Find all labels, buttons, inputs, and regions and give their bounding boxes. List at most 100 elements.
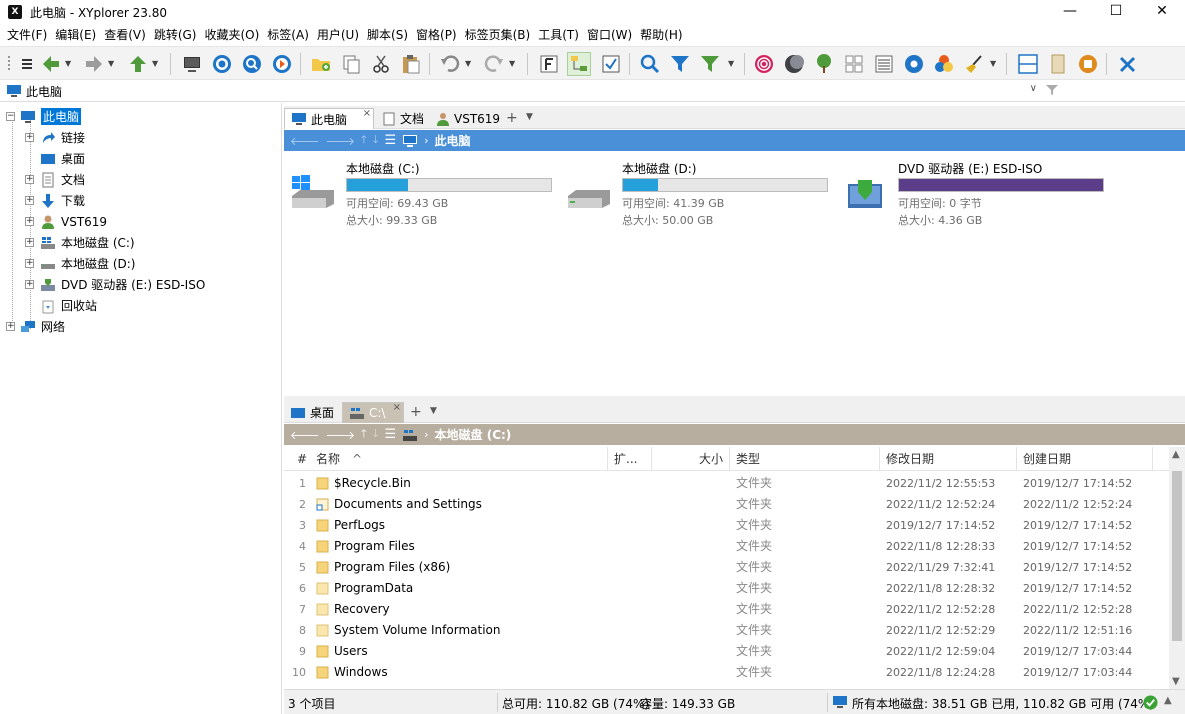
tab-this-pc[interactable]: 此电脑 × bbox=[284, 108, 374, 129]
table-row[interactable]: 2 Documents and Settings 文件夹 2022/11/2 1… bbox=[284, 494, 1169, 515]
breadcrumb-menu-icon[interactable]: ☰ bbox=[384, 427, 396, 442]
column-modified[interactable]: 修改日期 bbox=[880, 447, 1017, 471]
check-circle-icon[interactable] bbox=[1143, 695, 1158, 710]
column-number[interactable]: # bbox=[284, 447, 310, 471]
tree-item-desktop[interactable]: 桌面 bbox=[40, 149, 85, 168]
tree-expander[interactable]: + bbox=[25, 280, 34, 289]
menu-tabsets[interactable]: 标签页集(B) bbox=[461, 24, 535, 46]
undo-dropdown-icon[interactable]: ▼ bbox=[465, 59, 471, 68]
column-name[interactable]: 名称 ^ bbox=[310, 447, 608, 471]
tree-expander[interactable]: + bbox=[6, 322, 15, 331]
tree-item-drive-c[interactable]: 本地磁盘 (C:) bbox=[40, 233, 135, 252]
scroll-up-icon[interactable]: ▲ bbox=[1172, 449, 1180, 460]
scrollbar-thumb[interactable] bbox=[1172, 471, 1182, 641]
tree-expander[interactable]: + bbox=[25, 196, 34, 205]
tab-drive-c[interactable]: C:\ × bbox=[342, 402, 404, 423]
undo-icon[interactable] bbox=[438, 52, 462, 76]
menu-scripting[interactable]: 脚本(S) bbox=[363, 24, 412, 46]
tab-close-icon[interactable]: × bbox=[393, 402, 401, 413]
copy-icon[interactable] bbox=[339, 52, 363, 76]
status-more-icon[interactable]: ▲ bbox=[1164, 695, 1172, 706]
drive-d-tile[interactable]: 本地磁盘 (D:) 可用空间: 41.39 GB 总大小: 50.00 GB bbox=[566, 160, 836, 227]
filter-green-icon[interactable] bbox=[698, 52, 722, 76]
column-extension[interactable]: 扩... bbox=[608, 447, 652, 471]
forward-arrow-icon[interactable]: 🡒 bbox=[326, 428, 356, 442]
drive-c-tile[interactable]: 本地磁盘 (C:) 可用空间: 69.43 GB 总大小: 99.33 GB bbox=[290, 160, 560, 227]
table-row[interactable]: 4 Program Files 文件夹 2022/11/8 12:28:33 2… bbox=[284, 536, 1169, 557]
column-type[interactable]: 类型 bbox=[730, 447, 880, 471]
target-icon[interactable] bbox=[210, 52, 234, 76]
new-tab-icon[interactable]: + bbox=[506, 110, 518, 126]
tree-expander[interactable]: + bbox=[25, 217, 34, 226]
toolbar-grip-icon[interactable] bbox=[4, 52, 14, 76]
tree-expander[interactable]: + bbox=[25, 259, 34, 268]
down-arrow-icon[interactable]: 🡓 bbox=[373, 131, 379, 150]
minimize-button[interactable]: — bbox=[1047, 0, 1093, 24]
moon-icon[interactable] bbox=[782, 52, 806, 76]
breadcrumb-location[interactable]: 此电脑 bbox=[435, 132, 471, 149]
search-circle-icon[interactable] bbox=[240, 52, 264, 76]
dual-pane-horizontal-icon[interactable] bbox=[1016, 52, 1040, 76]
table-row[interactable]: 5 Program Files (x86) 文件夹 2022/11/29 7:3… bbox=[284, 557, 1169, 578]
search-icon[interactable] bbox=[638, 52, 662, 76]
table-row[interactable]: 1 $Recycle.Bin 文件夹 2022/11/2 12:55:53 20… bbox=[284, 473, 1169, 494]
address-dropdown-icon[interactable]: ∨ bbox=[1030, 83, 1037, 94]
menu-go[interactable]: 跳转(G) bbox=[150, 24, 201, 46]
address-input[interactable]: 此电脑 bbox=[26, 83, 62, 100]
filter-dropdown-icon[interactable]: ▼ bbox=[728, 59, 734, 68]
menu-panes[interactable]: 窗格(P) bbox=[412, 24, 461, 46]
up-dropdown-icon[interactable]: ▼ bbox=[152, 59, 158, 68]
menu-view[interactable]: 查看(V) bbox=[100, 24, 150, 46]
breadcrumb-menu-icon[interactable]: ☰ bbox=[384, 133, 396, 148]
tab-user[interactable]: VST619 bbox=[430, 108, 506, 129]
spiral-icon[interactable] bbox=[752, 52, 776, 76]
table-row[interactable]: 8 System Volume Information 文件夹 2022/11/… bbox=[284, 620, 1169, 641]
new-folder-icon[interactable] bbox=[309, 52, 333, 76]
back-dropdown-icon[interactable]: ▼ bbox=[65, 59, 71, 68]
forward-arrow-icon[interactable] bbox=[82, 52, 106, 76]
details-view-icon[interactable] bbox=[872, 52, 896, 76]
preview-pane-icon[interactable] bbox=[1046, 52, 1070, 76]
thumbnails-icon[interactable] bbox=[842, 52, 866, 76]
tree-expander[interactable]: + bbox=[25, 238, 34, 247]
tab-desktop[interactable]: 桌面 bbox=[284, 402, 340, 423]
up-arrow-icon[interactable]: 🡑 bbox=[361, 425, 367, 444]
filter-icon[interactable] bbox=[1045, 83, 1059, 97]
tab-menu-icon[interactable]: ▼ bbox=[430, 406, 437, 416]
tree-expander[interactable]: + bbox=[25, 133, 34, 142]
menu-window[interactable]: 窗口(W) bbox=[583, 24, 636, 46]
menu-user[interactable]: 用户(U) bbox=[313, 24, 363, 46]
checkbox-icon[interactable] bbox=[599, 52, 623, 76]
redo-dropdown-icon[interactable]: ▼ bbox=[509, 59, 515, 68]
vertical-scrollbar[interactable]: ▲ ▼ bbox=[1169, 447, 1185, 689]
table-row[interactable]: 7 Recovery 文件夹 2022/11/2 12:52:28 2022/1… bbox=[284, 599, 1169, 620]
maximize-button[interactable]: ☐ bbox=[1093, 0, 1139, 24]
tree-expander[interactable]: − bbox=[6, 112, 15, 121]
menu-tags[interactable]: 标签(A) bbox=[263, 24, 313, 46]
column-size[interactable]: 大小 bbox=[652, 447, 730, 471]
address-bar[interactable]: 此电脑 ∨ bbox=[0, 80, 1185, 102]
tree-item-downloads[interactable]: 下载 bbox=[40, 191, 85, 210]
cut-icon[interactable] bbox=[369, 52, 393, 76]
breadcrumb-location[interactable]: 本地磁盘 (C:) bbox=[435, 426, 512, 443]
down-arrow-icon[interactable]: 🡓 bbox=[373, 425, 379, 444]
tree-item-links[interactable]: 链接 bbox=[40, 128, 85, 147]
back-arrow-icon[interactable]: 🡐 bbox=[290, 428, 320, 442]
gear-badge-icon[interactable] bbox=[902, 52, 926, 76]
hamburger-menu-icon[interactable] bbox=[15, 52, 39, 76]
go-circle-icon[interactable] bbox=[270, 52, 294, 76]
table-row[interactable]: 6 ProgramData 文件夹 2022/11/8 12:28:32 201… bbox=[284, 578, 1169, 599]
tab-close-icon[interactable]: × bbox=[363, 108, 371, 119]
table-row[interactable]: 3 PerfLogs 文件夹 2019/12/7 17:14:52 2019/1… bbox=[284, 515, 1169, 536]
tree-item-documents[interactable]: 文档 bbox=[40, 170, 85, 189]
back-arrow-icon[interactable]: 🡐 bbox=[290, 134, 320, 148]
menu-tools[interactable]: 工具(T) bbox=[534, 24, 583, 46]
menu-edit[interactable]: 编辑(E) bbox=[51, 24, 100, 46]
menu-file[interactable]: 文件(F) bbox=[3, 24, 51, 46]
filter-blue-icon[interactable] bbox=[668, 52, 692, 76]
info-panel-icon[interactable] bbox=[1076, 52, 1100, 76]
forward-arrow-icon[interactable]: 🡒 bbox=[326, 134, 356, 148]
table-row[interactable]: 10 Windows 文件夹 2022/11/8 12:24:28 2019/1… bbox=[284, 662, 1169, 683]
tree-icon[interactable] bbox=[812, 52, 836, 76]
tree-item-user[interactable]: VST619 bbox=[40, 212, 107, 231]
